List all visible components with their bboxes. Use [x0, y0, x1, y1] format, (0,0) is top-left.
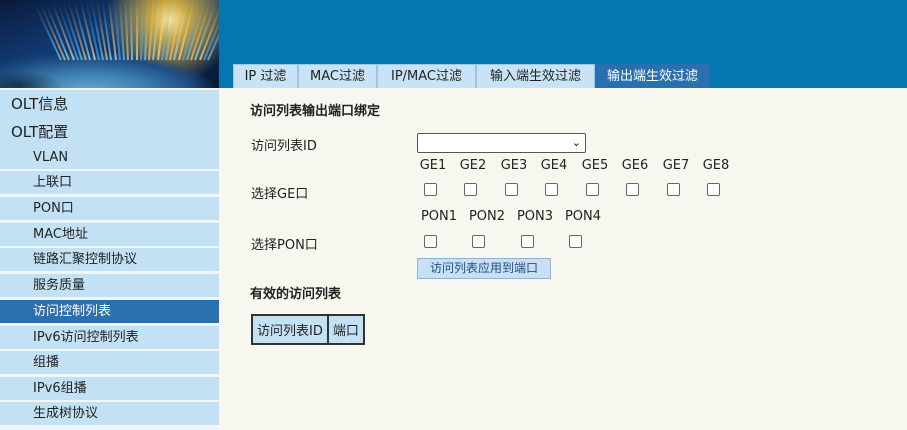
tab-ip-mac-filter[interactable]: IP/MAC过滤: [377, 64, 476, 88]
ge-port-label: GE1: [419, 158, 447, 173]
ge6-checkbox[interactable]: [626, 183, 639, 196]
tab-egress-filter[interactable]: 输出端生效过滤: [595, 64, 710, 88]
sidebar-item-olt-info[interactable]: OLT信息: [0, 90, 219, 120]
pon2-checkbox[interactable]: [472, 235, 485, 248]
pon4-checkbox[interactable]: [569, 235, 582, 248]
sidebar-item-acl[interactable]: 访问控制列表: [0, 300, 219, 325]
ge-port-label: GE8: [702, 158, 730, 173]
pon-port-label: PON4: [564, 209, 602, 224]
ge7-checkbox[interactable]: [667, 183, 680, 196]
column-header-port: 端口: [326, 314, 365, 345]
light-ray-decoration: [130, 0, 134, 61]
brand-logo-image: [0, 0, 219, 88]
ge4-checkbox[interactable]: [545, 183, 558, 196]
ge-port-label: GE3: [500, 158, 528, 173]
pon1-checkbox[interactable]: [424, 235, 437, 248]
sidebar-item-ipv6-multicast[interactable]: IPv6组播: [0, 377, 219, 402]
sidebar-item-mac-address[interactable]: MAC地址: [0, 223, 219, 248]
ge8-checkbox[interactable]: [707, 183, 720, 196]
sidebar-item-pon[interactable]: PON口: [0, 197, 219, 222]
sidebar-item-vlan[interactable]: VLAN: [0, 146, 219, 171]
ge3-checkbox[interactable]: [505, 183, 518, 196]
light-ray-decoration: [135, 0, 138, 61]
tab-mac-filter[interactable]: MAC过滤: [298, 64, 377, 88]
chevron-down-icon: ⌄: [571, 136, 581, 149]
main-content: 访问列表输出端口绑定 访问列表ID ⌄ GE1 GE2 GE3 GE4 GE5 …: [219, 88, 907, 430]
ge-port-label: GE4: [540, 158, 568, 173]
ge-port-label: GE5: [581, 158, 609, 173]
pon-port-label: PON2: [468, 209, 506, 224]
sidebar: OLT信息 OLT配置 VLAN 上联口 PON口 MAC地址 链路汇聚控制协议…: [0, 88, 219, 430]
effective-acl-title: 有效的访问列表: [250, 287, 342, 302]
light-ray-decoration: [124, 0, 130, 61]
ge2-checkbox[interactable]: [464, 183, 477, 196]
ge-port-label: GE7: [662, 158, 690, 173]
ge-port-label: GE6: [621, 158, 649, 173]
ge1-checkbox[interactable]: [424, 183, 437, 196]
table-header-row: 访问列表ID 端口: [251, 314, 365, 345]
sidebar-item-ipv6-acl[interactable]: IPv6访问控制列表: [0, 326, 219, 351]
pon-port-label: PON1: [420, 209, 458, 224]
sidebar-item-multicast[interactable]: 组播: [0, 351, 219, 376]
ge5-checkbox[interactable]: [586, 183, 599, 196]
sidebar-item-stp[interactable]: 生成树协议: [0, 402, 219, 427]
apply-acl-to-port-button[interactable]: 访问列表应用到端口: [417, 258, 551, 279]
ge-select-label: 选择GE口: [251, 187, 309, 202]
sidebar-item-olt-config[interactable]: OLT配置: [0, 118, 219, 148]
pon3-checkbox[interactable]: [521, 235, 534, 248]
pon-select-label: 选择PON口: [251, 238, 318, 253]
tab-ingress-filter[interactable]: 输入端生效过滤: [476, 64, 595, 88]
pon-port-label: PON3: [516, 209, 554, 224]
light-ray-decoration: [139, 0, 144, 61]
sidebar-item-uplink[interactable]: 上联口: [0, 171, 219, 196]
column-header-acl-id: 访问列表ID: [251, 314, 329, 345]
sidebar-item-qos[interactable]: 服务质量: [0, 274, 219, 299]
acl-id-label: 访问列表ID: [251, 139, 317, 154]
sidebar-item-lacp[interactable]: 链路汇聚控制协议: [0, 248, 219, 273]
binding-section-title: 访问列表输出端口绑定: [250, 104, 381, 119]
effective-acl-table: 访问列表ID 端口: [251, 314, 365, 345]
ge-port-label: GE2: [459, 158, 487, 173]
tab-ip-filter[interactable]: IP 过滤: [233, 64, 298, 88]
tab-bar: IP 过滤 MAC过滤 IP/MAC过滤 输入端生效过滤 输出端生效过滤: [219, 62, 907, 88]
acl-id-select[interactable]: ⌄: [417, 133, 586, 153]
